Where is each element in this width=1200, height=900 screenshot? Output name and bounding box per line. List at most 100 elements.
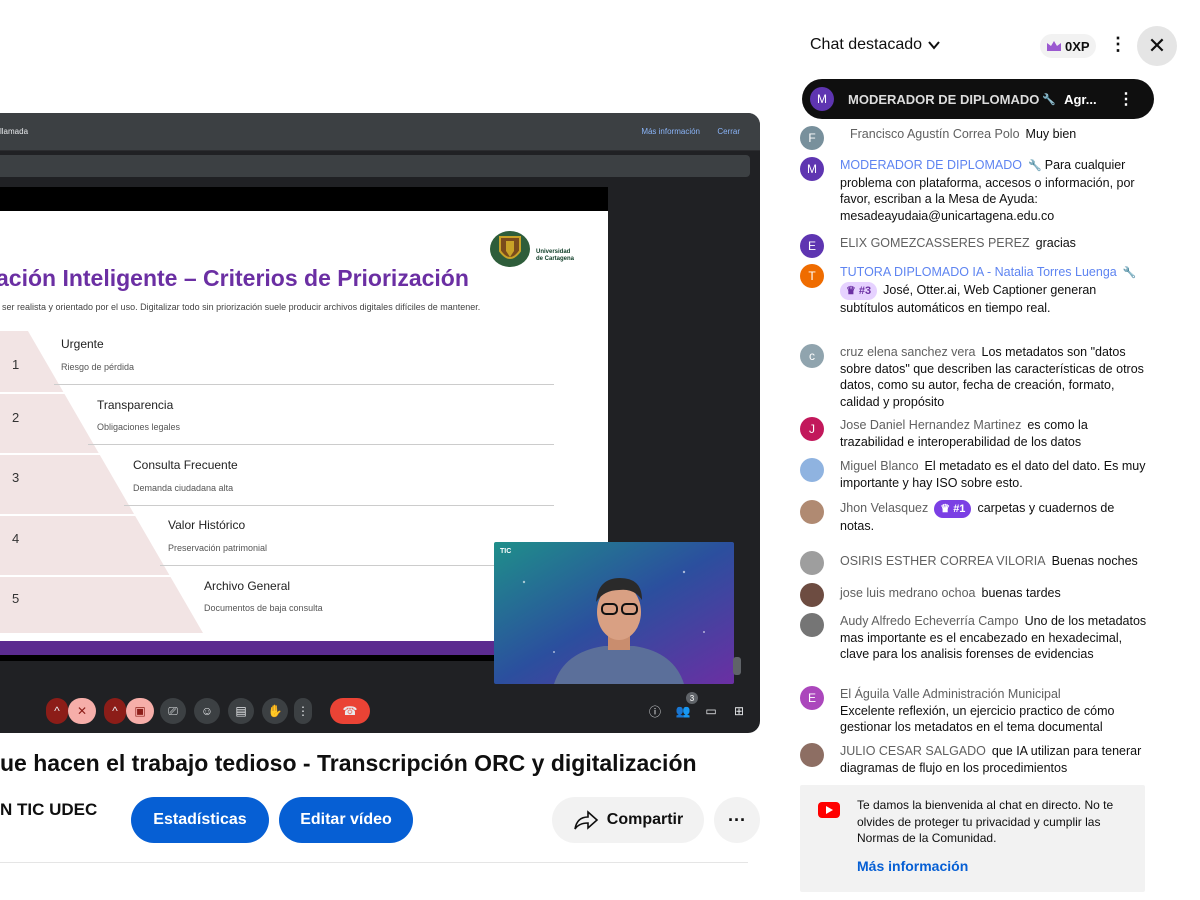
message-author[interactable]: Audy Alfredo Echeverría Campo (840, 614, 1019, 628)
xp-badge[interactable]: 0XP (1040, 34, 1096, 58)
mic-off-icon[interactable]: ✕ (68, 698, 96, 724)
activities-grid-icon[interactable]: ⊞ (728, 698, 750, 724)
chat-message: J Jose Daniel Hernandez Martinez es como … (800, 417, 1150, 450)
tier-title: Urgente (61, 337, 104, 351)
speaker-video-image (494, 542, 734, 684)
statistics-button[interactable]: Estadísticas (131, 797, 269, 843)
message-author[interactable]: Miguel Blanco (840, 459, 919, 473)
mic-options-chevron-icon[interactable]: ^ (46, 698, 68, 724)
chat-message: jose luis medrano ochoa buenas tardes (800, 583, 1150, 607)
avatar: J (800, 417, 824, 441)
captions-icon[interactable]: ▤ (228, 698, 254, 724)
chat-header-title: Chat destacado (810, 36, 923, 53)
moderator-wrench-icon: 🔧 (1122, 267, 1137, 279)
meet-more-info-link[interactable]: Más información (641, 127, 700, 136)
chat-more-options-icon[interactable]: ⋮ (1109, 34, 1127, 55)
avatar: M (810, 87, 834, 111)
moderator-wrench-icon: 🔧 (1042, 93, 1057, 106)
tier-title: Valor Histórico (168, 518, 246, 532)
pinned-text: Agr... (1064, 91, 1097, 107)
share-button[interactable]: Compartir (552, 797, 704, 843)
avatar-image (800, 458, 824, 482)
welcome-text: Te damos la bienvenida al chat en direct… (857, 798, 1114, 845)
tier-description: Obligaciones legales (97, 422, 181, 432)
emoji-icon[interactable]: ☺ (194, 698, 220, 724)
avatar-image (800, 551, 824, 575)
more-actions-button[interactable]: ··· (714, 797, 760, 843)
chat-message: E ELIX GOMEZCASSERES PEREZ gracias (800, 234, 1150, 258)
tier-number: 3 (12, 470, 20, 485)
share-button-label: Compartir (606, 811, 684, 828)
tier-description: Documentos de baja consulta (204, 603, 323, 613)
close-chat-icon[interactable]: ✕ (1137, 26, 1177, 66)
meet-info-bar (0, 155, 750, 177)
message-author[interactable]: MODERADOR DE DIPLOMADO (840, 158, 1022, 172)
message-author[interactable]: El Águila Valle Administración Municipal (840, 687, 1061, 701)
message-author[interactable]: jose luis medrano ochoa (840, 586, 976, 600)
chat-welcome-banner: Te damos la bienvenida al chat en direct… (800, 785, 1145, 892)
tier-description: Riesgo de pérdida (61, 362, 135, 372)
chat-icon[interactable]: ▭ (700, 698, 722, 724)
avatar: F (800, 126, 824, 150)
youtube-logo-icon (818, 802, 840, 818)
camera-options-chevron-icon[interactable]: ^ (104, 698, 126, 724)
chat-mode-selector[interactable]: Chat destacado (810, 36, 942, 54)
raise-hand-icon[interactable]: ✋ (262, 698, 288, 724)
avatar-image (800, 583, 824, 607)
crown-icon (1047, 41, 1061, 51)
tier-title: Archivo General (204, 579, 291, 593)
more-info-link[interactable]: Más información (857, 858, 968, 874)
tier-description: Preservación patrimonial (168, 543, 268, 553)
member-badge: ♛ #1 (934, 500, 972, 518)
pinned-more-icon[interactable]: ⋮ (1118, 89, 1134, 109)
chat-message: JULIO CESAR SALGADO que IA utilizan para … (800, 743, 1150, 776)
video-title: ue hacen el trabajo tedioso - Transcripc… (0, 750, 697, 776)
tier-divider (124, 505, 554, 506)
meet-side-handle[interactable] (733, 657, 741, 675)
message-author[interactable]: ELIX GOMEZCASSERES PEREZ (840, 236, 1030, 250)
video-player[interactable]: llamada Más información Cerrar Universid… (0, 113, 760, 733)
pinned-author: MODERADOR DE DIPLOMADO (848, 91, 1040, 107)
tier-divider (88, 444, 554, 445)
chat-message: Miguel Blanco El metadato es el dato del … (800, 458, 1150, 491)
message-text: Buenas noches (1051, 554, 1138, 568)
avatar: c (800, 344, 824, 368)
leave-call-icon[interactable]: ☎ (330, 698, 370, 724)
meet-close-link[interactable]: Cerrar (717, 127, 740, 136)
participants-count-badge: 3 (686, 692, 698, 704)
tier-description: Demanda ciudadana alta (133, 483, 234, 493)
edit-video-button[interactable]: Editar vídeo (279, 797, 413, 843)
slide-title: ación Inteligente – Criterios de Prioriz… (0, 265, 469, 291)
member-badge: ♛ #3 (840, 281, 878, 300)
camera-off-icon[interactable]: ▣ (126, 698, 154, 724)
slide-subtitle: ser realista y orientado por el uso. Dig… (2, 302, 481, 312)
pinned-message[interactable]: M MODERADOR DE DIPLOMADO 🔧 Agr... ⋮ (802, 79, 1154, 119)
message-author[interactable]: Jhon Velasquez (840, 501, 928, 515)
message-author[interactable]: Jose Daniel Hernandez Martinez (840, 418, 1021, 432)
message-author[interactable]: Francisco Agustín Correa Polo (850, 127, 1020, 141)
message-author[interactable]: JULIO CESAR SALGADO (840, 744, 986, 758)
tier-number: 5 (12, 591, 20, 606)
chat-message: Jhon Velasquez ♛ #1 carpetas y cuadernos d… (800, 500, 1150, 535)
channel-name[interactable]: N TIC UDEC (0, 800, 97, 820)
message-author[interactable]: OSIRIS ESTHER CORREA VILORIA (840, 554, 1046, 568)
avatar-image (800, 743, 824, 767)
share-arrow-icon (573, 810, 598, 830)
present-screen-icon[interactable]: ⎚ (160, 698, 186, 724)
message-author[interactable]: cruz elena sanchez vera (840, 345, 976, 359)
university-logo-text: Universidad de Cartagena (536, 249, 575, 262)
info-icon[interactable]: ⓘ (644, 698, 666, 724)
chat-message: F Francisco Agustín Correa Polo Muy bien (800, 124, 1150, 150)
tier-divider (54, 384, 554, 385)
message-text: Excelente reflexión, un ejercicio practi… (840, 703, 1115, 735)
chat-message: T TUTORA DIPLOMADO IA - Natalia Torres L… (800, 264, 1150, 316)
chat-message: c cruz elena sanchez vera Los metadatos s… (800, 344, 1150, 410)
tier-number: 2 (12, 410, 20, 425)
message-text: José, Otter.ai, Web Captioner generan su… (840, 282, 1097, 315)
more-options-icon[interactable]: ⋮ (294, 698, 312, 724)
chat-message: M MODERADOR DE DIPLOMADO 🔧 Para cualquier… (800, 157, 1150, 224)
message-author[interactable]: TUTORA DIPLOMADO IA - Natalia Torres Lue… (840, 265, 1117, 279)
speaker-video-tile[interactable]: TIC (494, 542, 734, 684)
avatar-image (800, 613, 824, 637)
speaker-tile-logo: TIC (500, 548, 512, 555)
